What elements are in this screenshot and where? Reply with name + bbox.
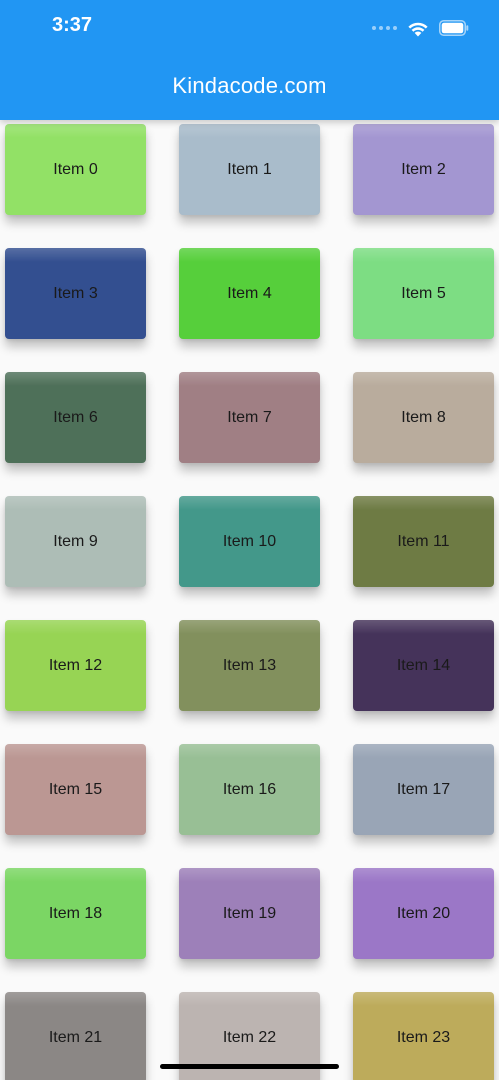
grid-item-label: Item 19 (222, 904, 277, 922)
grid-item[interactable]: Item 18 (5, 868, 146, 959)
grid-item[interactable]: Item 21 (5, 992, 146, 1080)
grid-item-label: Item 5 (401, 284, 446, 302)
app-bar: 3:37 Kindacode.com (0, 0, 499, 120)
grid-item-label: Item 21 (48, 1028, 103, 1046)
grid-item[interactable]: Item 8 (353, 372, 494, 463)
grid-item[interactable]: Item 11 (353, 496, 494, 587)
status-time: 3:37 (52, 14, 93, 36)
grid-item[interactable]: Item 5 (353, 248, 494, 339)
grid-item-label: Item 10 (222, 532, 277, 550)
wifi-icon (408, 22, 428, 36)
cellular-signal-icon (372, 26, 397, 30)
grid-item[interactable]: Item 6 (5, 372, 146, 463)
page-title: Kindacode.com (172, 73, 327, 98)
grid-item-label: Item 14 (396, 656, 451, 674)
grid-item[interactable]: Item 1 (179, 124, 320, 215)
grid-item-label: Item 18 (48, 904, 103, 922)
grid-item-label: Item 4 (227, 284, 272, 302)
grid-item[interactable]: Item 16 (179, 744, 320, 835)
grid-item[interactable]: Item 19 (179, 868, 320, 959)
grid-item[interactable]: Item 9 (5, 496, 146, 587)
grid-item-label: Item 16 (222, 780, 277, 798)
grid-item-label: Item 6 (53, 408, 98, 426)
grid-item[interactable]: Item 15 (5, 744, 146, 835)
battery-icon (439, 20, 469, 36)
grid-item-label: Item 9 (53, 532, 98, 550)
grid-item[interactable]: Item 7 (179, 372, 320, 463)
grid-item-label: Item 11 (397, 532, 450, 550)
grid-item[interactable]: Item 2 (353, 124, 494, 215)
grid-item-label: Item 7 (227, 408, 272, 426)
grid-item[interactable]: Item 12 (5, 620, 146, 711)
grid-item-label: Item 0 (53, 160, 98, 178)
grid-item[interactable]: Item 10 (179, 496, 320, 587)
grid-item-label: Item 15 (48, 780, 103, 798)
grid-item-label: Item 1 (227, 160, 272, 178)
grid-item-label: Item 2 (401, 160, 446, 178)
grid-item-label: Item 23 (396, 1028, 451, 1046)
grid-item[interactable]: Item 3 (5, 248, 146, 339)
grid-item-label: Item 17 (396, 780, 451, 798)
status-icons (372, 18, 469, 38)
grid-item[interactable]: Item 20 (353, 868, 494, 959)
grid-item-label: Item 20 (396, 904, 451, 922)
grid-item-label: Item 3 (53, 284, 98, 302)
grid-item-label: Item 12 (48, 656, 103, 674)
grid-item[interactable]: Item 14 (353, 620, 494, 711)
grid-item-label: Item 8 (401, 408, 446, 426)
grid-item[interactable]: Item 0 (5, 124, 146, 215)
grid-item[interactable]: Item 23 (353, 992, 494, 1080)
home-indicator[interactable] (160, 1064, 339, 1069)
grid-item[interactable]: Item 13 (179, 620, 320, 711)
grid-item[interactable]: Item 4 (179, 248, 320, 339)
app-screen: 3:37 Kindacode.com Item 0 Item 1 Item 2 Ite… (0, 0, 499, 1080)
grid-item-label: Item 13 (222, 656, 277, 674)
grid-item-label: Item 22 (222, 1028, 277, 1046)
grid-item[interactable]: Item 17 (353, 744, 494, 835)
